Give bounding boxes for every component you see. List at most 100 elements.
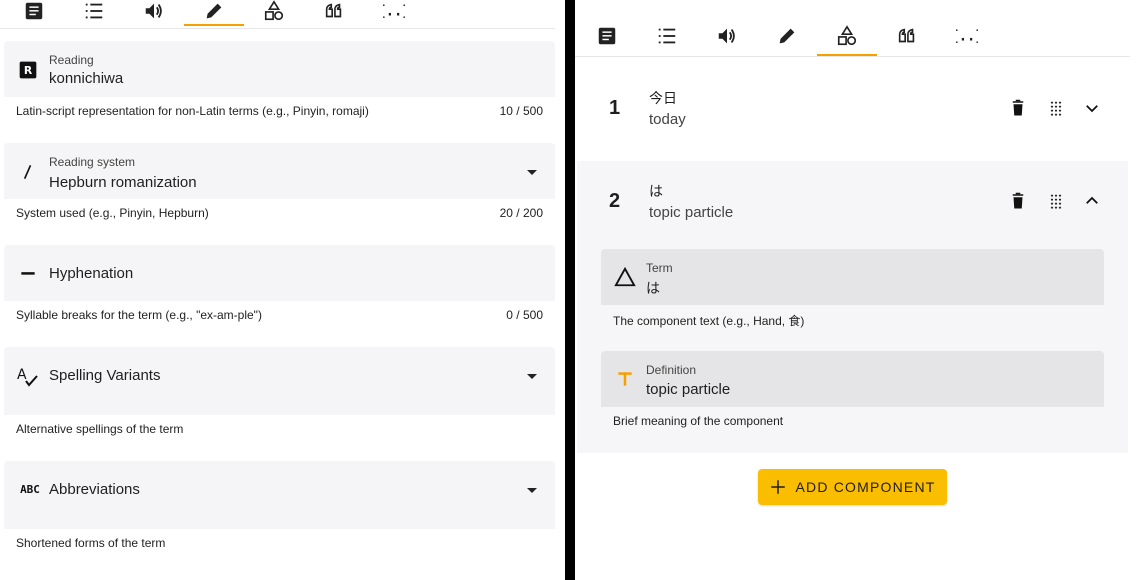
tab-components[interactable]: [244, 0, 304, 26]
tab-json[interactable]: {..}: [364, 0, 424, 26]
svg-text:R: R: [24, 64, 33, 77]
svg-text:A: A: [17, 367, 27, 383]
tab-quotes[interactable]: [877, 16, 937, 56]
braces-icon: {..}: [383, 4, 405, 20]
article-icon: [25, 2, 43, 20]
abc-icon-text: ABC: [20, 482, 40, 496]
pencil-icon: [779, 28, 795, 44]
tab-underline: [575, 56, 1130, 57]
component-definition-label: Definition: [646, 363, 697, 377]
list-numbered-icon: [85, 3, 103, 19]
item-term: 今日: [649, 90, 677, 106]
text-t-icon: [613, 367, 637, 391]
article-icon: [598, 27, 616, 45]
drag-handle[interactable]: [1044, 96, 1068, 120]
tab-components[interactable]: [817, 16, 877, 56]
braces-icon: {..}: [956, 29, 978, 45]
tab-audio[interactable]: [124, 0, 184, 26]
hyphenation-count: 0 / 500: [506, 308, 543, 322]
triangle-icon: [613, 265, 637, 289]
svg-text:{..}: {..}: [956, 29, 978, 45]
left-tab-bar: {..}: [4, 0, 424, 26]
abbreviations-select[interactable]: ABC Abbreviations: [4, 461, 555, 529]
spelling-variants-select[interactable]: A Spelling Variants: [4, 347, 555, 415]
reading-label: Reading: [49, 53, 94, 67]
component-definition-field[interactable]: Definition topic particle: [601, 351, 1104, 407]
drag-handle[interactable]: [1044, 189, 1068, 213]
chevron-down-icon[interactable]: [527, 170, 537, 175]
tab-json[interactable]: {..}: [937, 16, 997, 56]
tab-underline: [0, 28, 555, 29]
component-item-1[interactable]: 1 今日 today: [575, 80, 1128, 136]
hyphenation-hint: Syllable breaks for the term (e.g., "ex-…: [16, 308, 262, 322]
volume-icon: [145, 3, 162, 19]
list-numbered-icon: [658, 28, 676, 44]
delete-button[interactable]: [1006, 189, 1030, 213]
item-number: 2: [609, 190, 621, 212]
reading-system-value: Hepburn romanization: [49, 174, 197, 191]
slash-icon: [16, 160, 40, 184]
reading-count: 10 / 500: [499, 104, 543, 118]
add-component-button[interactable]: ADD COMPONENT: [758, 469, 947, 505]
reading-system-select[interactable]: Reading system Hepburn romanization: [4, 143, 555, 199]
left-panel: {..} R Reading konnichiwa Latin-script r…: [0, 0, 565, 580]
tab-audio[interactable]: [697, 16, 757, 56]
drag-dots-icon: [1050, 194, 1062, 209]
component-term-value[interactable]: は: [646, 278, 660, 298]
component-definition-value[interactable]: topic particle: [646, 381, 730, 398]
abbreviations-hint: Shortened forms of the term: [16, 536, 166, 550]
panel-divider[interactable]: [565, 0, 575, 580]
chevron-up-icon: [1086, 196, 1098, 204]
reading-hint: Latin-script representation for non-Lati…: [16, 104, 369, 118]
expand-button[interactable]: [1080, 96, 1104, 120]
tab-details[interactable]: [577, 16, 637, 56]
collapse-button[interactable]: [1080, 189, 1104, 213]
quote-icon: [898, 28, 915, 43]
reading-system-label: Reading system: [49, 155, 136, 169]
tab-list[interactable]: [64, 0, 124, 26]
reading-value[interactable]: konnichiwa: [49, 70, 123, 87]
shapes-icon: [264, 0, 284, 21]
item-number: 1: [609, 97, 621, 119]
tab-details[interactable]: [4, 0, 64, 26]
spellcheck-icon: A: [16, 365, 40, 389]
component-item-2[interactable]: 2 は topic particle: [575, 175, 1128, 231]
item-definition: today: [649, 111, 686, 128]
component-term-label: Term: [646, 261, 673, 275]
reading-system-count: 20 / 200: [499, 206, 543, 220]
hyphenation-field[interactable]: Hyphenation: [4, 245, 555, 301]
delete-button[interactable]: [1006, 96, 1030, 120]
abc-icon: ABC: [16, 477, 44, 501]
add-component-label: ADD COMPONENT: [795, 479, 936, 495]
spelling-variants-hint: Alternative spellings of the term: [16, 422, 184, 436]
reading-field[interactable]: R Reading konnichiwa: [4, 41, 555, 97]
reading-r-icon: R: [16, 58, 40, 82]
component-term-hint: The component text (e.g., Hand, 食): [613, 314, 805, 328]
right-panel: {..} 1 今日 today 2 は topic particle: [575, 0, 1138, 580]
hyphenation-placeholder: Hyphenation: [49, 265, 134, 282]
abbreviations-title: Abbreviations: [49, 481, 140, 498]
chevron-down-icon: [1086, 105, 1098, 113]
component-term-field[interactable]: Term は: [601, 249, 1104, 305]
tab-edit[interactable]: [757, 16, 817, 56]
plus-icon: [771, 480, 786, 494]
drag-dots-icon: [1050, 101, 1062, 116]
trash-icon: [1012, 192, 1024, 209]
chevron-down-icon[interactable]: [527, 488, 537, 493]
item-definition: topic particle: [649, 204, 734, 221]
spelling-variants-title: Spelling Variants: [49, 367, 161, 384]
tab-edit[interactable]: [184, 0, 244, 26]
item-term: は: [649, 183, 663, 199]
shapes-icon: [837, 25, 857, 46]
tab-quotes[interactable]: [304, 0, 364, 26]
chevron-down-icon[interactable]: [527, 374, 537, 379]
trash-icon: [1012, 99, 1024, 116]
right-tab-bar: {..}: [577, 16, 997, 56]
svg-text:{..}: {..}: [383, 4, 405, 20]
tab-list[interactable]: [637, 16, 697, 56]
quote-icon: [325, 3, 342, 18]
reading-system-hint: System used (e.g., Pinyin, Hepburn): [16, 206, 209, 220]
component-definition-hint: Brief meaning of the component: [613, 414, 784, 428]
volume-icon: [718, 28, 735, 44]
pencil-icon: [206, 3, 222, 19]
